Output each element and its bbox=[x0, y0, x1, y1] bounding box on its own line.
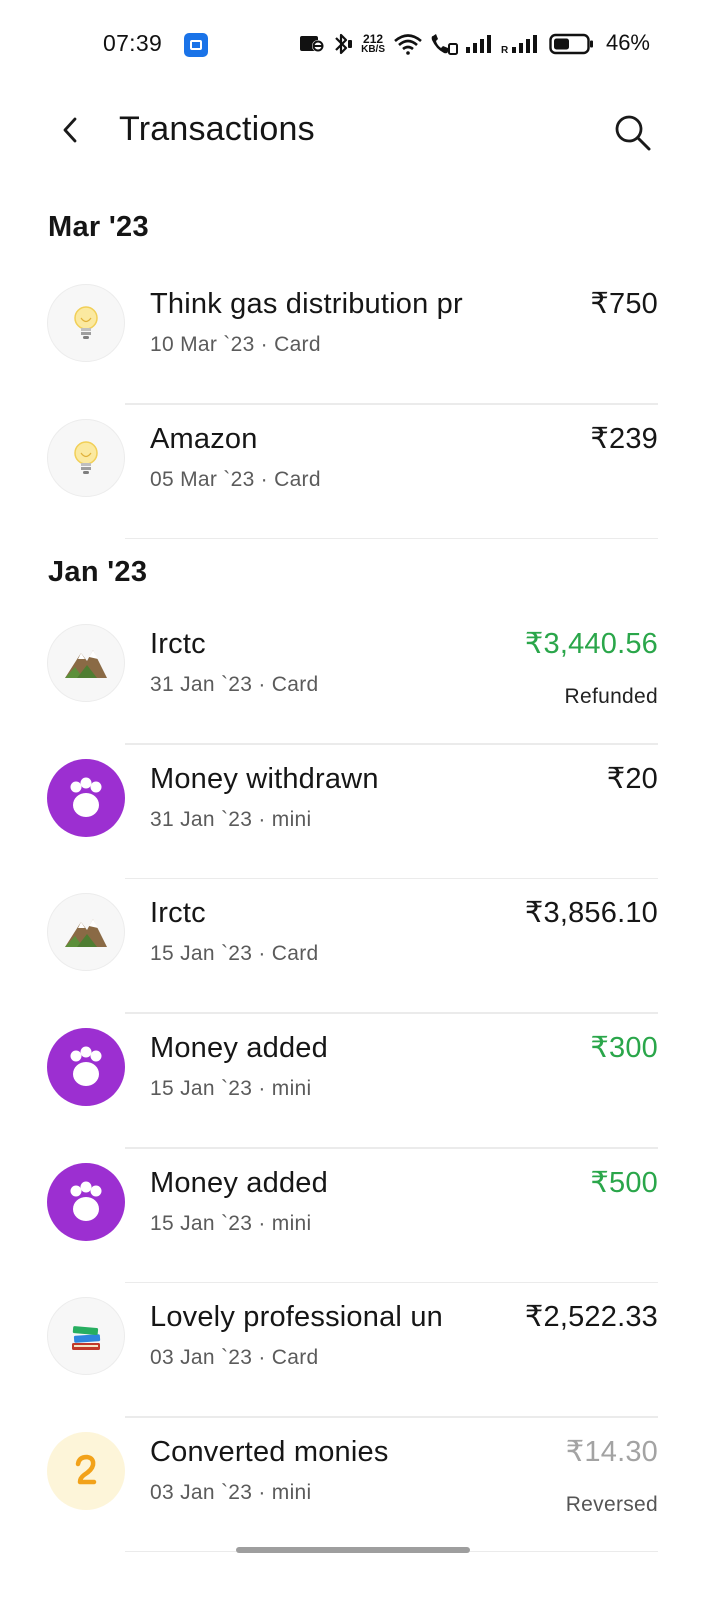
transaction-amount: ₹750 bbox=[590, 288, 658, 320]
search-button[interactable] bbox=[608, 108, 658, 158]
status-bar: 07:39 212 KB/S R 46% bbox=[0, 0, 720, 90]
mountain-icon bbox=[65, 919, 107, 948]
back-arrow-icon bbox=[63, 117, 77, 143]
transaction-avatar bbox=[47, 1027, 125, 1106]
transaction-name: Amazon bbox=[150, 422, 258, 455]
transaction-meta: 05 Mar `23 · Card bbox=[150, 467, 321, 491]
transaction-row[interactable]: Lovely professional un 03 Jan `23 · Card… bbox=[0, 1283, 720, 1418]
nfc-icon bbox=[300, 36, 325, 52]
transaction-amount: ₹3,440.56 bbox=[524, 628, 658, 661]
transaction-amount: ₹20 bbox=[606, 762, 658, 795]
transaction-name: Irctc bbox=[150, 628, 206, 661]
transaction-meta: 03 Jan `23 · mini bbox=[150, 1480, 312, 1504]
transaction-amount: ₹500 bbox=[590, 1166, 658, 1199]
lightbulb-icon bbox=[74, 440, 98, 474]
page-title: Transactions bbox=[119, 110, 315, 148]
wifi-icon bbox=[394, 34, 422, 55]
roaming-signal-icon: R bbox=[501, 35, 537, 54]
transaction-row[interactable]: Think gas distribution pr 10 Mar `23 · C… bbox=[0, 270, 720, 405]
transaction-name: Money withdrawn bbox=[150, 762, 379, 795]
transaction-meta: 15 Jan `23 · mini bbox=[150, 1076, 312, 1100]
transaction-meta: 03 Jan `23 · Card bbox=[150, 1346, 319, 1370]
transaction-avatar bbox=[47, 284, 125, 362]
transaction-name: Lovely professional un bbox=[150, 1301, 443, 1334]
transaction-row[interactable]: Money withdrawn 31 Jan `23 · mini ₹20 bbox=[0, 745, 720, 880]
transaction-avatar bbox=[47, 1297, 125, 1376]
transaction-avatar bbox=[47, 624, 125, 703]
transaction-meta: 31 Jan `23 · Card bbox=[150, 673, 319, 697]
row-divider bbox=[125, 537, 658, 540]
transaction-row[interactable]: Irctc 31 Jan `23 · Card ₹3,440.56 Refund… bbox=[0, 610, 720, 745]
transaction-name: Money added bbox=[150, 1166, 328, 1199]
transaction-meta: 10 Mar `23 · Card bbox=[150, 333, 321, 356]
status-icons: 212 KB/S R bbox=[299, 30, 595, 58]
lightbulb-icon bbox=[74, 306, 98, 339]
transaction-meta: 31 Jan `23 · mini bbox=[150, 807, 312, 831]
transaction-name: Irctc bbox=[150, 897, 206, 930]
transaction-row[interactable]: Irctc 15 Jan `23 · Card ₹3,856.10 bbox=[0, 879, 720, 1014]
paw-icon bbox=[70, 777, 102, 817]
transaction-amount: ₹14.30 bbox=[565, 1435, 658, 1468]
status-time: 07:39 bbox=[103, 30, 163, 56]
transaction-row[interactable]: Money added 15 Jan `23 · mini ₹500 bbox=[0, 1149, 720, 1284]
section-header-mar-23: Mar '23 bbox=[48, 211, 149, 243]
transaction-row[interactable]: Amazon 05 Mar `23 · Card ₹239 bbox=[0, 405, 720, 540]
paw-icon bbox=[70, 1181, 102, 1221]
transaction-row[interactable]: Converted monies 03 Jan `23 · mini ₹14.3… bbox=[0, 1418, 720, 1553]
search-icon bbox=[615, 115, 651, 151]
home-indicator[interactable] bbox=[236, 1547, 470, 1553]
transaction-status: Reversed bbox=[565, 1492, 658, 1516]
transaction-name: Converted monies bbox=[150, 1435, 389, 1468]
transaction-avatar bbox=[47, 893, 125, 972]
network-speed: 212 KB/S bbox=[361, 33, 385, 55]
transaction-meta: 15 Jan `23 · mini bbox=[150, 1211, 312, 1235]
paw-icon bbox=[70, 1046, 102, 1086]
transaction-name: Think gas distribution pr bbox=[150, 288, 463, 320]
app-notification-icon bbox=[184, 33, 208, 57]
volte-call-icon bbox=[431, 34, 458, 55]
transaction-avatar bbox=[47, 758, 125, 837]
transaction-meta: 15 Jan `23 · Card bbox=[150, 942, 319, 966]
transaction-name: Money added bbox=[150, 1031, 328, 1064]
transaction-amount: ₹239 bbox=[590, 422, 658, 455]
app-header: Transactions bbox=[0, 90, 720, 175]
transaction-amount: ₹2,522.33 bbox=[524, 1301, 658, 1334]
svg-text:R: R bbox=[501, 45, 509, 54]
transaction-list: Mar '23 Think gas distribution pr 10 Mar… bbox=[0, 175, 720, 1553]
transaction-amount: ₹3,856.10 bbox=[524, 897, 658, 930]
back-button[interactable] bbox=[48, 108, 92, 152]
transaction-status: Refunded bbox=[564, 685, 658, 709]
network-speed-unit: KB/S bbox=[361, 44, 385, 55]
transaction-avatar bbox=[47, 418, 125, 497]
battery-percentage: 46% bbox=[605, 30, 650, 55]
mountain-icon bbox=[65, 650, 107, 679]
books-icon bbox=[72, 1326, 101, 1351]
battery-icon bbox=[549, 33, 593, 55]
transaction-row[interactable]: Money added 15 Jan `23 · mini ₹300 bbox=[0, 1014, 720, 1149]
transaction-avatar bbox=[47, 1162, 125, 1241]
coin-icon bbox=[75, 1454, 97, 1484]
transaction-avatar bbox=[47, 1431, 125, 1510]
section-header-jan-23: Jan '23 bbox=[48, 556, 148, 589]
transaction-amount: ₹300 bbox=[590, 1031, 658, 1064]
signal-icon bbox=[466, 35, 491, 53]
bluetooth-icon bbox=[335, 33, 353, 55]
